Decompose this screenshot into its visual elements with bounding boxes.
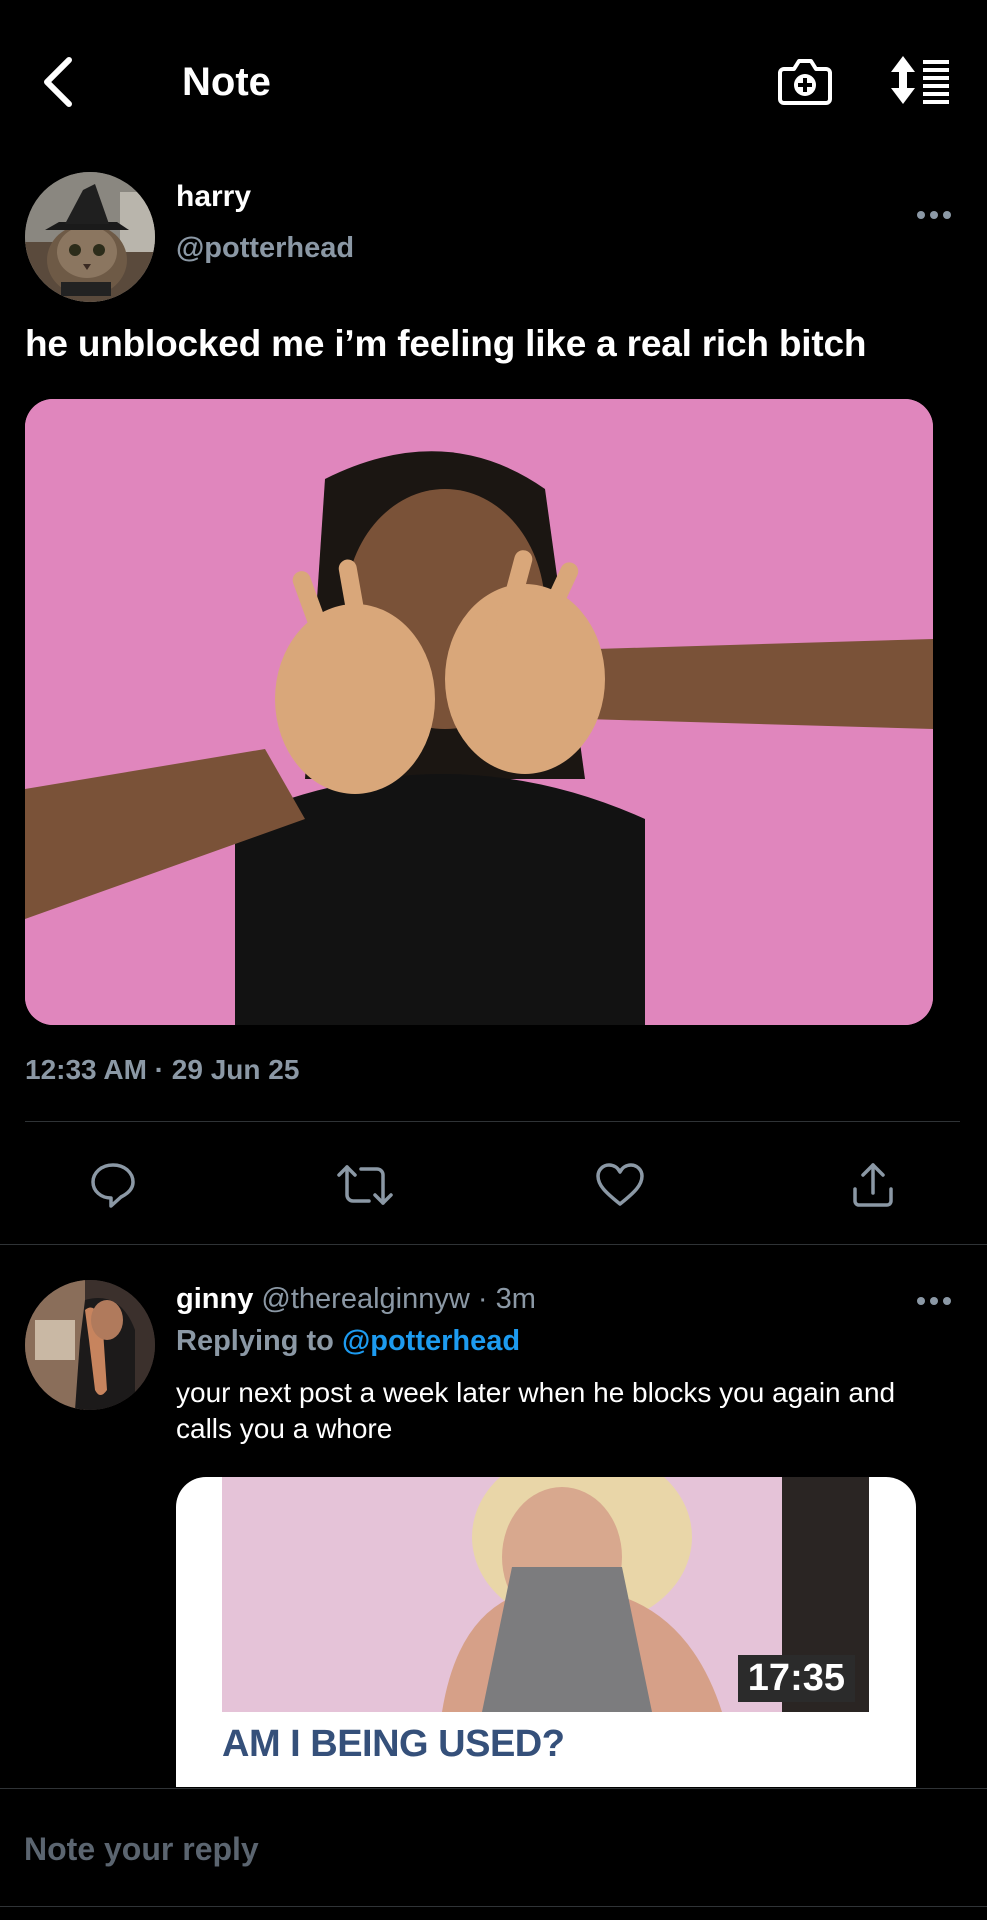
retweet-button[interactable] <box>330 1150 400 1220</box>
top-bar <box>0 0 987 165</box>
more-dots-icon <box>917 211 951 219</box>
post-media-gif[interactable] <box>25 399 933 1025</box>
like-icon <box>596 1163 644 1206</box>
author-handle[interactable]: @potterhead <box>176 232 354 265</box>
divider <box>0 1244 987 1245</box>
ginny-avatar <box>25 1280 155 1410</box>
divider <box>25 1121 960 1122</box>
video-duration-badge: 17:35 <box>737 1655 855 1702</box>
back-chevron-icon <box>44 57 72 107</box>
divider <box>0 1788 987 1789</box>
camera-button[interactable] <box>776 52 834 110</box>
page-title: Note <box>182 60 271 104</box>
reply-header: ginny @therealginnyw · 3m <box>176 1283 536 1316</box>
divider <box>0 1906 987 1907</box>
reply-author-handle[interactable]: @therealginnyw <box>261 1283 469 1315</box>
retweet-icon <box>337 1165 393 1205</box>
post-text: he unblocked me i’m feeling like a real … <box>25 323 867 364</box>
camera-plus-icon <box>778 59 832 105</box>
reply-text: your next post a week later when he bloc… <box>176 1377 896 1444</box>
avatar[interactable] <box>25 1280 155 1410</box>
reply-author-name[interactable]: ginny <box>176 1283 253 1315</box>
video-link-card[interactable]: 17:35 AM I BEING USED? <box>176 1477 916 1787</box>
replying-to-mention[interactable]: @potterhead <box>342 1325 520 1357</box>
reply-input[interactable] <box>22 1818 966 1880</box>
video-title: AM I BEING USED? <box>222 1723 565 1765</box>
back-button[interactable] <box>32 52 82 112</box>
sort-button[interactable] <box>890 50 954 110</box>
avatar[interactable] <box>25 172 155 302</box>
more-dots-icon <box>917 1297 951 1305</box>
cat-in-witch-hat-avatar <box>25 172 155 302</box>
share-icon <box>853 1163 893 1207</box>
post-timestamp: 12:33 AM · 29 Jun 25 <box>25 1054 300 1085</box>
more-options-button[interactable] <box>910 200 958 230</box>
share-button[interactable] <box>838 1150 908 1220</box>
video-thumbnail: 17:35 <box>222 1477 869 1712</box>
woman-gesturing-image <box>25 399 933 1025</box>
reply-icon <box>91 1163 135 1208</box>
more-options-button[interactable] <box>910 1286 958 1316</box>
post-actions-bar <box>0 1150 987 1220</box>
reply-button[interactable] <box>78 1150 148 1220</box>
replying-to-line: Replying to @potterhead <box>176 1325 520 1358</box>
replying-to-label: Replying to <box>176 1325 334 1357</box>
author-name[interactable]: harry <box>176 180 251 214</box>
reply-time: · 3m <box>477 1283 536 1315</box>
like-button[interactable] <box>585 1150 655 1220</box>
sort-icon <box>891 56 949 104</box>
